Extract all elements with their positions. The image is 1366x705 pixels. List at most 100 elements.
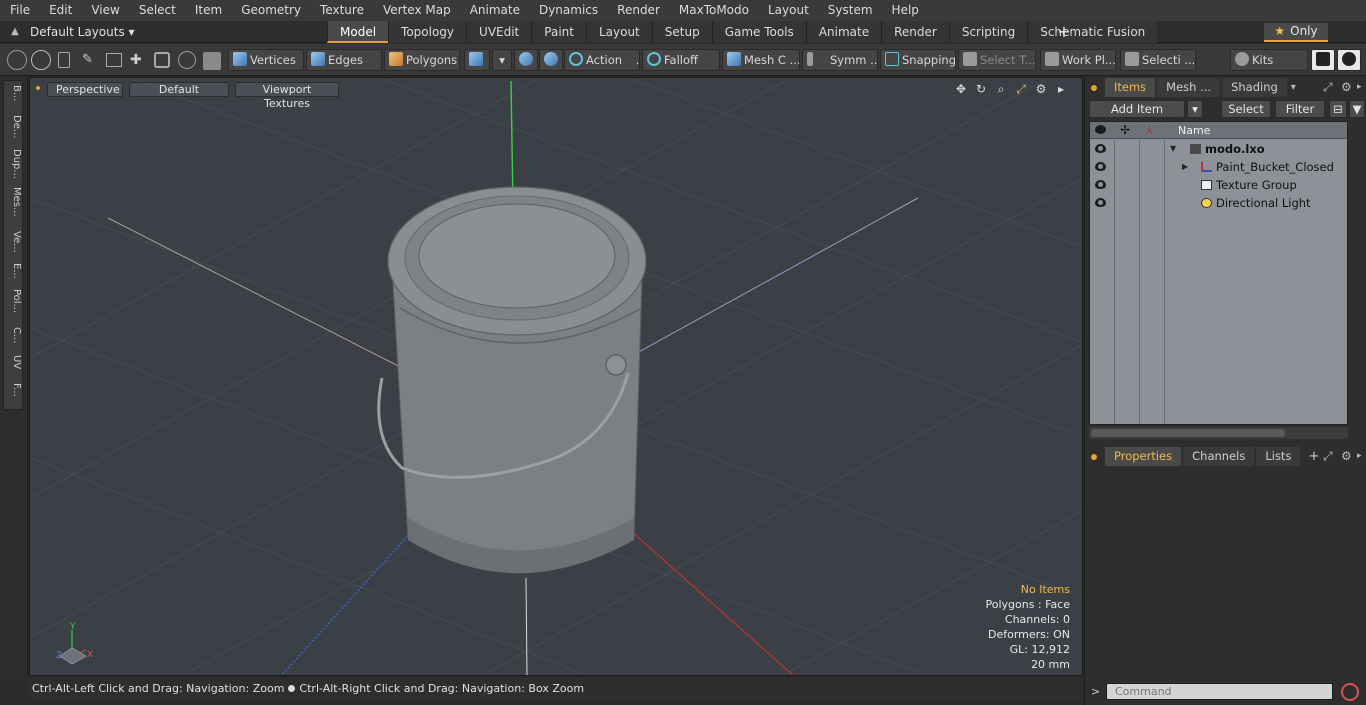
projection-dropdown[interactable]: Perspective: [47, 82, 123, 97]
expand-icon[interactable]: ⤢: [1323, 80, 1333, 95]
kits-button[interactable]: Kits: [1230, 49, 1308, 71]
expand-icon[interactable]: ⤢: [1323, 449, 1333, 464]
menu-geometry[interactable]: Geometry: [231, 0, 310, 21]
tab-basic[interactable]: B...: [6, 85, 22, 101]
tab-polygon[interactable]: Pol...: [6, 289, 22, 313]
tab-duplicate[interactable]: Dup...: [6, 149, 22, 179]
chevron-right-icon[interactable]: ▸: [1357, 451, 1362, 461]
unreal-button[interactable]: [1337, 49, 1361, 71]
tab-deform[interactable]: De...: [6, 115, 22, 138]
transform-icon[interactable]: ✚: [130, 52, 146, 68]
menu-dynamics[interactable]: Dynamics: [529, 0, 607, 21]
tab-topology[interactable]: Topology: [388, 21, 467, 43]
item-row-modo-lxo[interactable]: ▼ modo.lxo: [1090, 140, 1347, 158]
layout-selector[interactable]: Default Layouts ▾: [30, 21, 135, 43]
select-button[interactable]: Select: [1221, 100, 1271, 118]
pivot-column-icon[interactable]: ⅄: [1146, 122, 1153, 139]
add-item-dropdown-button[interactable]: ▾: [1187, 100, 1203, 118]
gear-icon[interactable]: ⚙: [1034, 82, 1048, 96]
viewport-textures-dropdown[interactable]: Viewport Textures: [235, 82, 339, 110]
polygons-button[interactable]: Polygons: [384, 49, 460, 71]
funnel-icon[interactable]: ▼: [1349, 100, 1365, 118]
tab-lists[interactable]: Lists: [1256, 447, 1301, 466]
lock-column-icon[interactable]: ✢: [1120, 122, 1130, 139]
brush-icon[interactable]: ✎: [82, 52, 96, 68]
filter-button[interactable]: Filter: [1275, 100, 1325, 118]
tab-shading[interactable]: Shading: [1222, 78, 1287, 97]
menu-layout[interactable]: Layout: [758, 0, 818, 21]
tab-properties[interactable]: Properties: [1105, 447, 1182, 466]
menu-render[interactable]: Render: [607, 0, 669, 21]
panel-menu-dot-icon[interactable]: [1091, 84, 1097, 91]
chevron-right-icon[interactable]: ▸: [1054, 82, 1068, 96]
snap-sphere2-button[interactable]: [539, 49, 563, 71]
menu-item[interactable]: Item: [185, 0, 231, 21]
scrollbar-thumb[interactable]: [1091, 429, 1285, 437]
chevron-down-icon[interactable]: ▾: [1291, 82, 1296, 93]
chevron-right-icon[interactable]: ▸: [1357, 82, 1362, 92]
tab-game-tools[interactable]: Game Tools: [711, 21, 806, 43]
add-tab-button[interactable]: +: [1308, 449, 1319, 464]
action-center-button[interactable]: Action ...: [564, 49, 640, 71]
rotate-icon[interactable]: ↻: [974, 82, 988, 96]
timer-icon[interactable]: [178, 51, 196, 69]
panel-menu-dot-icon[interactable]: [1091, 453, 1097, 460]
3d-viewport[interactable]: Y X Z Perspective Default Viewport Textu…: [29, 77, 1083, 676]
tab-render[interactable]: Render: [881, 21, 949, 43]
tab-schematic-fusion[interactable]: Schematic Fusion: [1027, 21, 1158, 43]
tab-curve[interactable]: C...: [6, 327, 22, 344]
menu-file[interactable]: File: [0, 0, 39, 21]
gear-icon[interactable]: ⚙: [1341, 80, 1352, 94]
item-row-paint-bucket[interactable]: ▶ Paint_Bucket_Closed: [1090, 158, 1347, 176]
tab-uvedit[interactable]: UVEdit: [466, 21, 532, 43]
items-horizontal-scrollbar[interactable]: [1089, 427, 1348, 439]
layers-icon[interactable]: [106, 53, 122, 67]
tab-setup[interactable]: Setup: [651, 21, 712, 43]
menu-system[interactable]: System: [818, 0, 882, 21]
tab-mesh-edit[interactable]: Mes...: [6, 187, 22, 217]
visibility-column-icon[interactable]: [1095, 125, 1106, 134]
zoom-icon[interactable]: ⌕: [994, 82, 1008, 96]
selection-sets-button[interactable]: Selecti ...: [1120, 49, 1196, 71]
tack-icon[interactable]: [58, 52, 70, 68]
item-row-directional-light[interactable]: Directional Light: [1090, 194, 1347, 212]
collapse-icon[interactable]: ⊟: [1329, 100, 1347, 118]
menu-animate[interactable]: Animate: [460, 0, 529, 21]
globe-icon[interactable]: [31, 50, 51, 70]
chevron-down-icon[interactable]: ▼: [1170, 140, 1176, 158]
only-button[interactable]: ★ Only: [1264, 23, 1328, 42]
unity-button[interactable]: [1311, 49, 1335, 71]
menu-help[interactable]: Help: [882, 0, 928, 21]
eye-icon[interactable]: [1095, 144, 1106, 153]
item-row-texture-group[interactable]: Texture Group: [1090, 176, 1347, 194]
maximize-icon[interactable]: ⤢: [1014, 82, 1028, 96]
tab-items[interactable]: Items: [1105, 78, 1156, 97]
tab-vertex[interactable]: Ve...: [6, 231, 22, 253]
circle-select-icon[interactable]: [7, 50, 27, 70]
menu-texture[interactable]: Texture: [310, 0, 373, 21]
menu-vertex-map[interactable]: Vertex Map: [373, 0, 460, 21]
eye-icon[interactable]: [1095, 162, 1106, 171]
select-through-button[interactable]: Select T...: [958, 49, 1036, 71]
tab-layout[interactable]: Layout: [585, 21, 652, 43]
symmetry-button[interactable]: Symm ...: [802, 49, 878, 71]
tab-model[interactable]: Model: [327, 21, 389, 43]
tab-mesh[interactable]: Mesh ...: [1157, 78, 1221, 97]
chevron-right-icon[interactable]: ▶: [1182, 158, 1188, 176]
tab-uv[interactable]: UV: [6, 355, 22, 369]
record-icon[interactable]: [1341, 683, 1359, 701]
snap-sphere-button[interactable]: [514, 49, 538, 71]
tab-scripting[interactable]: Scripting: [948, 21, 1028, 43]
command-input[interactable]: [1106, 683, 1333, 700]
tab-paint[interactable]: Paint: [531, 21, 586, 43]
vertices-button[interactable]: Vertices: [228, 49, 304, 71]
eye-icon[interactable]: [1095, 198, 1106, 207]
falloff-button[interactable]: Falloff: [642, 49, 720, 71]
mode-dropdown-button[interactable]: ▾: [492, 49, 512, 71]
frame-icon[interactable]: [154, 52, 170, 68]
edges-button[interactable]: Edges: [306, 49, 382, 71]
tab-animate[interactable]: Animate: [805, 21, 882, 43]
work-plane-button[interactable]: Work Pl...: [1040, 49, 1116, 71]
shield-icon[interactable]: [203, 52, 221, 70]
snapping-button[interactable]: Snapping: [880, 49, 956, 71]
